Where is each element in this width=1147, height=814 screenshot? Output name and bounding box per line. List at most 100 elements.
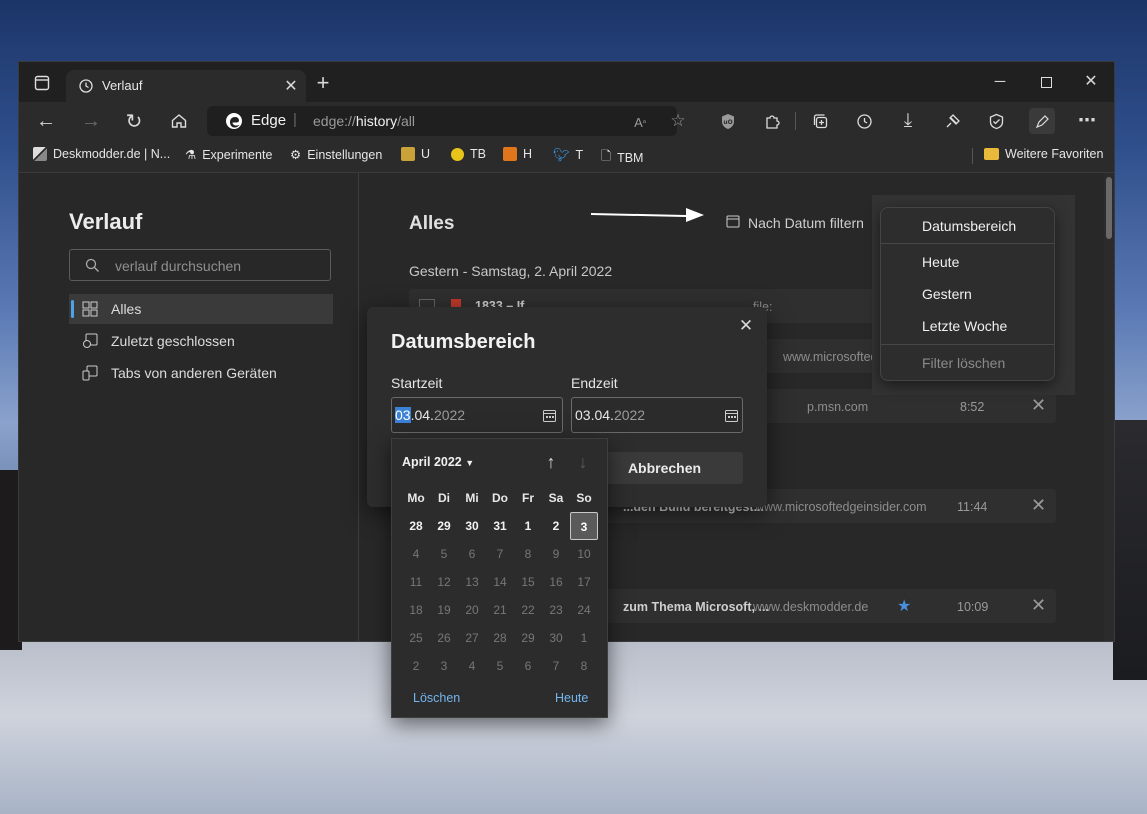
calendar-day[interactable]: 29 — [430, 512, 458, 540]
calendar-day[interactable]: 31 — [486, 512, 514, 540]
search-input[interactable]: verlauf durchsuchen — [69, 249, 331, 281]
menu-item-today[interactable]: Heute — [922, 254, 959, 270]
calendar-day[interactable]: 23 — [542, 596, 570, 624]
menu-item-clear-filter[interactable]: Filter löschen — [922, 355, 1005, 371]
calendar-day[interactable]: 21 — [486, 596, 514, 624]
calendar-day[interactable]: 30 — [542, 624, 570, 652]
calendar-day[interactable]: 6 — [458, 540, 486, 568]
calendar-icon[interactable] — [724, 408, 738, 422]
calendar-day[interactable]: 27 — [458, 624, 486, 652]
refresh-icon[interactable]: ↻ — [124, 111, 144, 133]
fav-u[interactable]: U — [401, 147, 430, 161]
cancel-button[interactable]: Abbrechen — [586, 452, 743, 484]
fav-tbm[interactable]: 🗋 TBM — [601, 147, 643, 168]
collections-icon[interactable] — [811, 112, 829, 130]
downloads-icon[interactable]: ⤓ — [899, 110, 917, 131]
calendar-month-selector[interactable]: April 2022 ▼ — [402, 455, 474, 469]
calendar-day[interactable]: 12 — [430, 568, 458, 596]
calendar-day[interactable]: 28 — [486, 624, 514, 652]
fav-deskmodder[interactable]: Deskmodder.de | N... — [33, 147, 170, 161]
ublock-icon[interactable]: uO — [719, 112, 737, 130]
calendar-day[interactable]: 30 — [458, 512, 486, 540]
home-icon[interactable] — [169, 111, 189, 131]
calendar-day[interactable]: 4 — [458, 652, 486, 680]
new-tab-icon[interactable]: + — [313, 70, 333, 95]
calendar-day[interactable]: 4 — [402, 540, 430, 568]
sidebar-item-recently-closed[interactable]: Zuletzt geschlossen — [69, 326, 333, 356]
fav-h[interactable]: H — [503, 147, 532, 161]
today-link[interactable]: Heute — [555, 691, 588, 705]
tab-history[interactable]: Verlauf ✕ — [66, 70, 306, 102]
fav-t[interactable]: 🐦︎ T — [553, 147, 583, 163]
fav-experimente[interactable]: ⚗ Experimente — [185, 147, 272, 163]
calendar-icon[interactable] — [542, 408, 556, 422]
read-aloud-icon[interactable]: Aᵃ — [631, 113, 649, 131]
close-window-icon[interactable]: ✕ — [1082, 71, 1100, 91]
next-month-icon[interactable]: ↓ — [574, 452, 592, 472]
calendar-day[interactable]: 17 — [570, 568, 598, 596]
calendar-day[interactable]: 10 — [570, 540, 598, 568]
calendar-day[interactable]: 11 — [402, 568, 430, 596]
fav-more[interactable]: Weitere Favoriten — [984, 147, 1103, 161]
calendar-day[interactable]: 1 — [514, 512, 542, 540]
performance-icon[interactable] — [943, 112, 961, 130]
close-dialog-icon[interactable]: ✕ — [737, 316, 755, 336]
calendar-day[interactable]: 7 — [486, 540, 514, 568]
page-scrollbar[interactable] — [1104, 173, 1114, 641]
delete-entry-icon[interactable]: ✕ — [1031, 595, 1046, 616]
pen-extension-icon[interactable] — [1029, 108, 1055, 134]
calendar-day[interactable]: 16 — [542, 568, 570, 596]
more-icon[interactable]: ⋯ — [1077, 110, 1097, 130]
history-toolbar-icon[interactable] — [855, 112, 873, 130]
calendar-day[interactable]: 19 — [430, 596, 458, 624]
menu-item-date-range[interactable]: Datumsbereich — [922, 218, 1016, 234]
tab-actions-icon[interactable] — [33, 74, 51, 92]
calendar-day[interactable]: 8 — [514, 540, 542, 568]
previous-month-icon[interactable]: ↑ — [542, 452, 560, 472]
calendar-day[interactable]: 7 — [542, 652, 570, 680]
calendar-day[interactable]: 5 — [430, 540, 458, 568]
calendar-day[interactable]: 6 — [514, 652, 542, 680]
calendar-day[interactable]: 24 — [570, 596, 598, 624]
close-tab-icon[interactable]: ✕ — [282, 76, 300, 96]
calendar-day[interactable]: 18 — [402, 596, 430, 624]
calendar-day[interactable]: 22 — [514, 596, 542, 624]
clear-date-link[interactable]: Löschen — [413, 691, 460, 705]
forward-icon[interactable]: → — [81, 110, 101, 132]
maximize-icon[interactable] — [1037, 72, 1055, 92]
calendar-day[interactable]: 25 — [402, 624, 430, 652]
calendar-day[interactable]: 8 — [570, 652, 598, 680]
back-icon[interactable]: ← — [36, 110, 56, 132]
end-date-input[interactable]: 03.04.2022 — [571, 397, 743, 433]
fav-einstellungen[interactable]: ⚙ Einstellungen — [290, 147, 382, 163]
calendar-day[interactable]: 28 — [402, 512, 430, 540]
minimize-icon[interactable]: ─ — [991, 71, 1009, 91]
calendar-day[interactable]: 3 — [430, 652, 458, 680]
calendar-day[interactable]: 2 — [402, 652, 430, 680]
browser-essentials-icon[interactable] — [987, 112, 1005, 130]
address-bar[interactable]: Edge | edge://history/all Aᵃ ☆ — [207, 106, 686, 136]
scrollbar-thumb[interactable] — [1106, 177, 1112, 239]
menu-item-last-week[interactable]: Letzte Woche — [922, 318, 1007, 334]
calendar-day[interactable]: 15 — [514, 568, 542, 596]
calendar-day[interactable]: 29 — [514, 624, 542, 652]
fav-tb[interactable]: TB — [451, 147, 486, 161]
calendar-day[interactable]: 13 — [458, 568, 486, 596]
start-date-input[interactable]: 03.04.2022 — [391, 397, 563, 433]
calendar-day[interactable]: 14 — [486, 568, 514, 596]
calendar-day[interactable]: 2 — [542, 512, 570, 540]
calendar-day-selected[interactable]: 3 — [570, 512, 598, 540]
extensions-icon[interactable] — [763, 112, 781, 130]
sidebar-item-alles[interactable]: Alles — [69, 294, 333, 324]
calendar-day[interactable]: 1 — [570, 624, 598, 652]
delete-entry-icon[interactable]: ✕ — [1031, 395, 1046, 416]
calendar-day[interactable]: 9 — [542, 540, 570, 568]
calendar-day[interactable]: 5 — [486, 652, 514, 680]
delete-entry-icon[interactable]: ✕ — [1031, 495, 1046, 516]
calendar-day[interactable]: 20 — [458, 596, 486, 624]
sidebar-item-other-devices[interactable]: Tabs von anderen Geräten — [69, 358, 333, 388]
calendar-day[interactable]: 26 — [430, 624, 458, 652]
filter-by-date-button[interactable]: Nach Datum filtern — [726, 214, 864, 231]
menu-item-yesterday[interactable]: Gestern — [922, 286, 972, 302]
add-favorite-icon[interactable]: ☆ — [669, 111, 687, 130]
